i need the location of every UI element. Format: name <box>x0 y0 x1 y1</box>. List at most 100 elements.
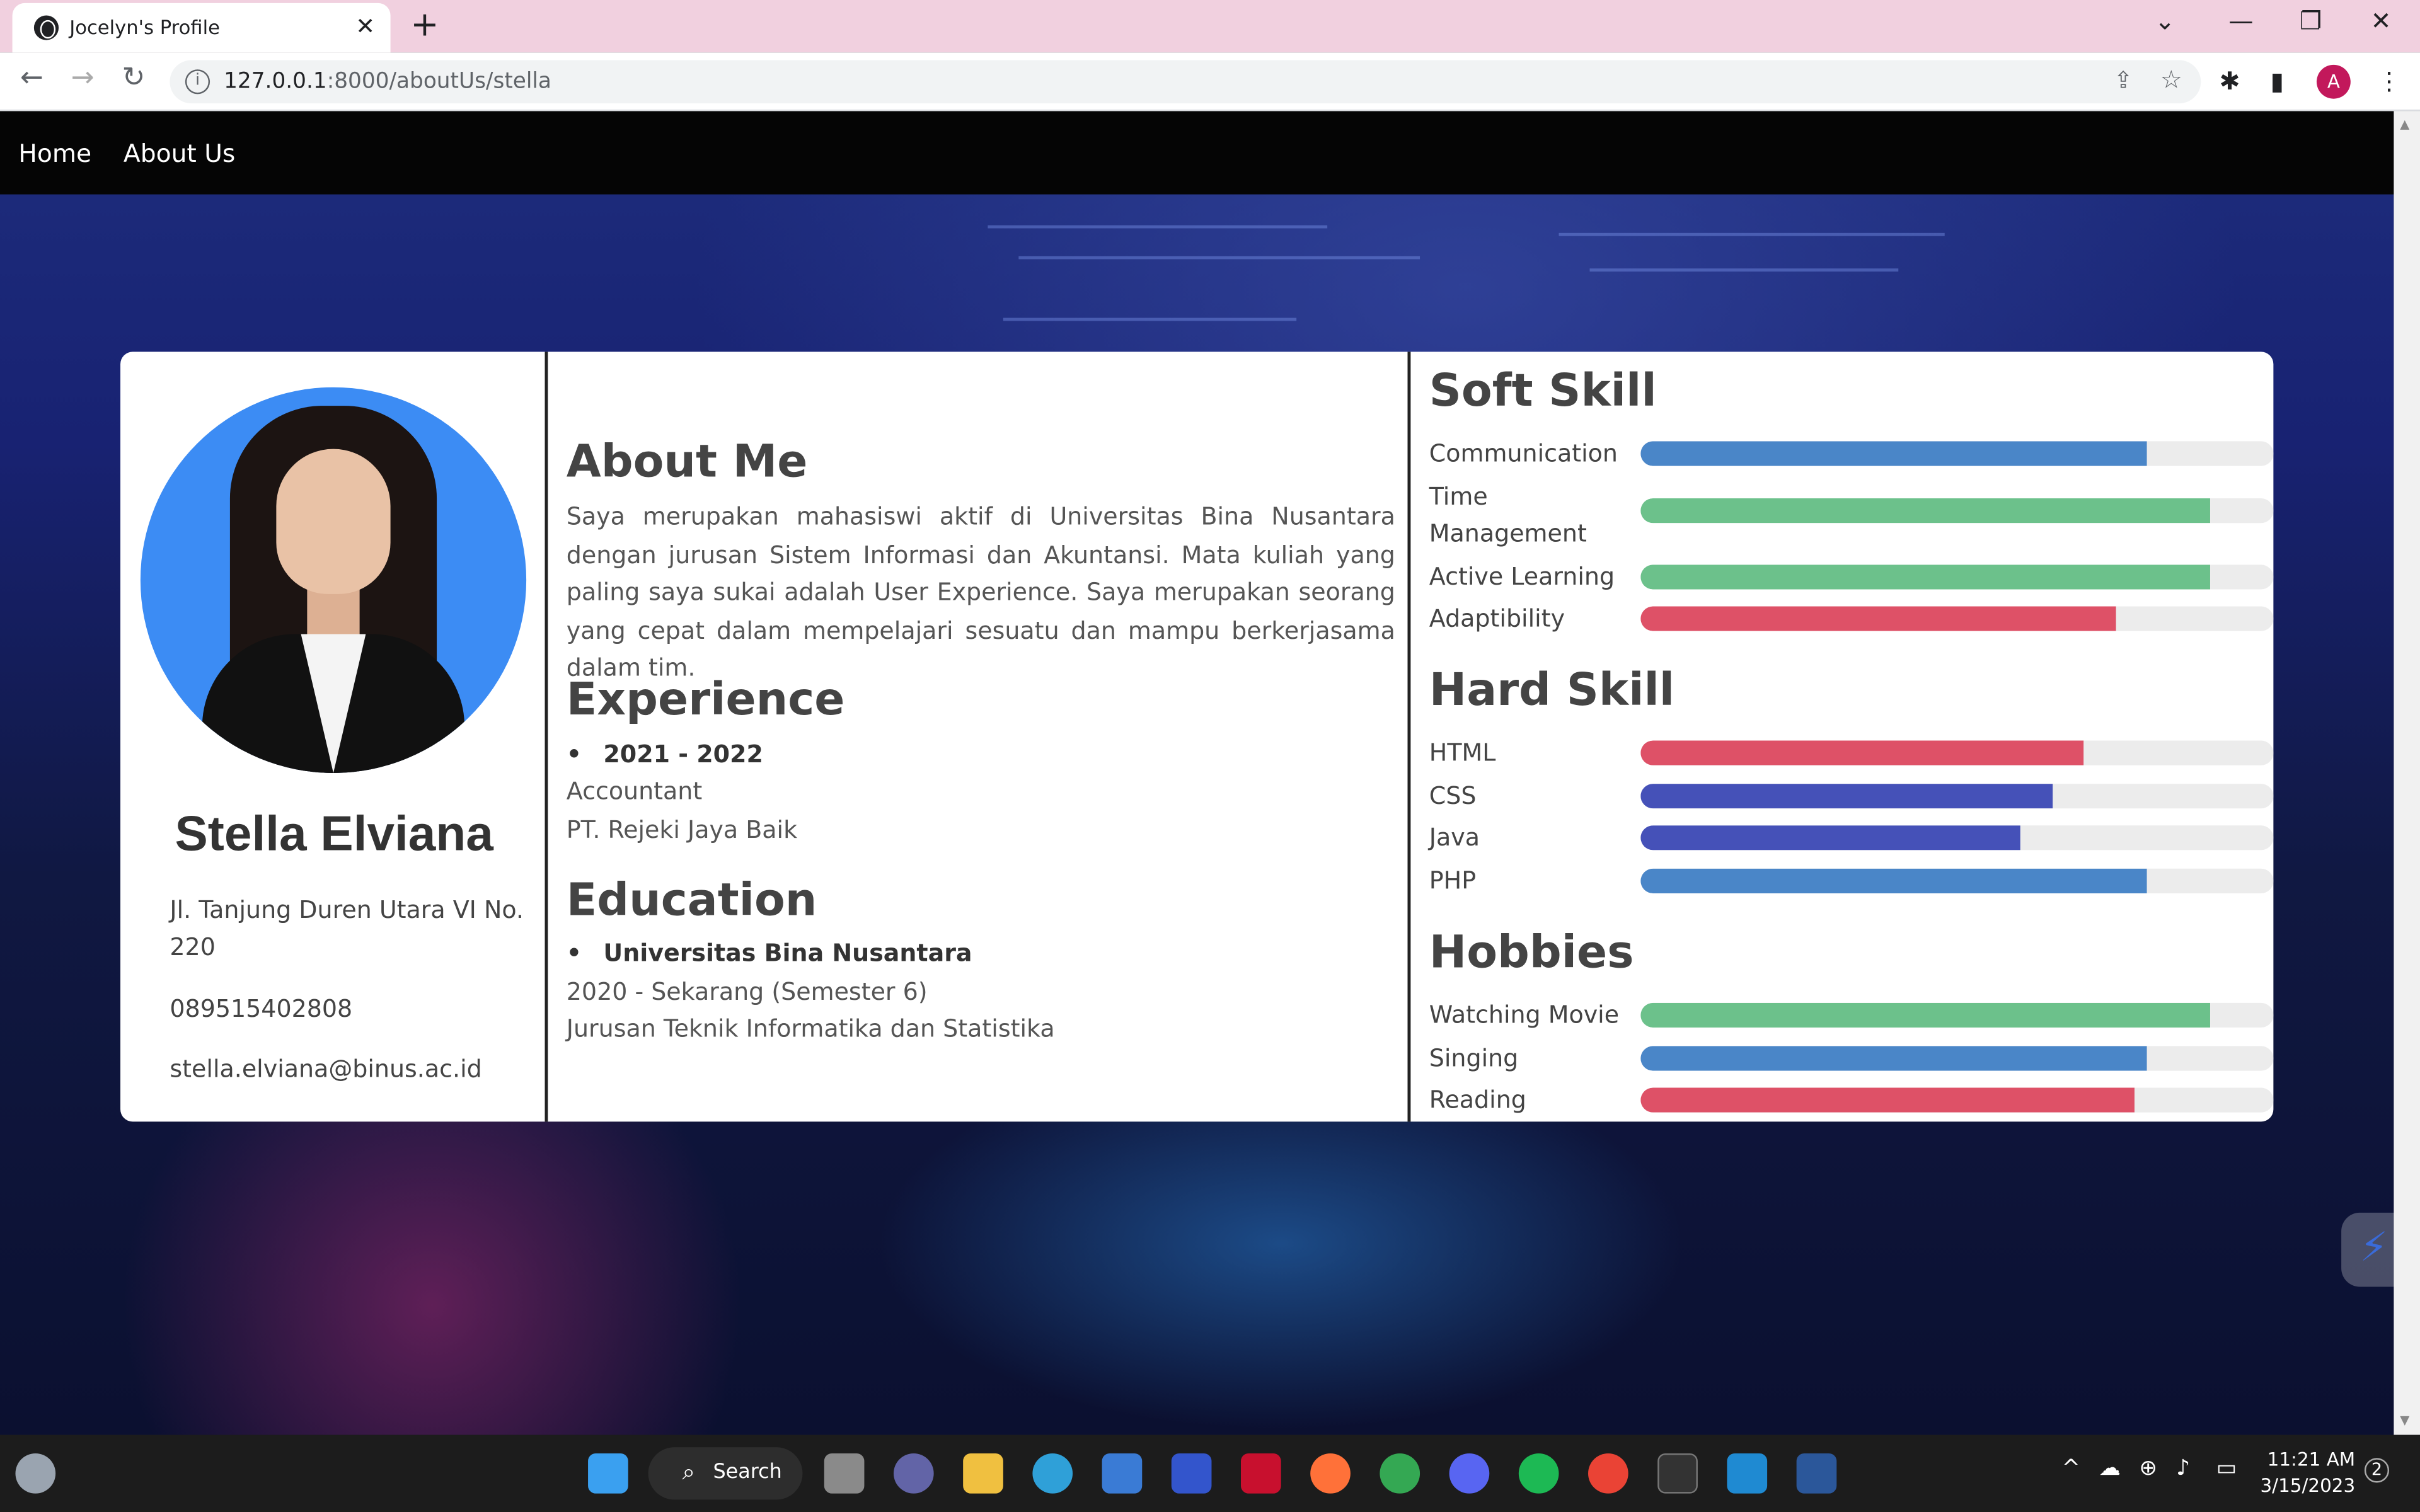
tray-chevron-icon[interactable]: ^ <box>2062 1457 2080 1481</box>
skill-bar-fill <box>1640 498 2210 524</box>
skill-bar <box>1640 564 2274 590</box>
language-icon[interactable]: ⊕ <box>2139 1457 2157 1481</box>
close-window-icon[interactable]: ✕ <box>2371 6 2392 36</box>
globe-icon <box>33 15 59 40</box>
terminal-icon[interactable] <box>1657 1453 1698 1494</box>
page-scrollbar[interactable]: ▲ ▼ <box>2394 111 2420 1435</box>
notification-badge[interactable]: 2 <box>2364 1458 2390 1483</box>
skill-row: Active Learning <box>1429 559 2274 591</box>
nav-about-link[interactable]: About Us <box>124 139 235 168</box>
hobby-bar <box>1640 1046 2274 1071</box>
skill-row: HTML <box>1429 735 2274 767</box>
hobbies-heading: Hobbies <box>1429 925 1634 978</box>
skill-label: Time Management <box>1429 483 1587 548</box>
share-icon[interactable]: ⇪ <box>2114 66 2133 94</box>
hobby-label: Singing <box>1429 1044 1519 1073</box>
scroll-up-icon[interactable]: ▲ <box>2400 117 2409 131</box>
skill-label: Communication <box>1429 439 1618 468</box>
hard-skill-heading: Hard Skill <box>1429 663 1675 716</box>
skill-bar-fill <box>1640 825 2020 850</box>
skill-label: PHP <box>1429 867 1477 895</box>
word-icon[interactable] <box>1796 1453 1837 1494</box>
profile-phone: 089515402808 <box>170 995 353 1023</box>
scroll-down-icon[interactable]: ▼ <box>2400 1413 2409 1427</box>
skill-bar <box>1640 606 2274 631</box>
forward-icon[interactable]: → <box>71 62 95 94</box>
app-icon[interactable] <box>1171 1453 1212 1494</box>
weather-icon[interactable] <box>15 1453 56 1494</box>
browser-toolbar: ← → ↻ i 127.0.0.1:8000/aboutUs/stella ⇪ … <box>0 52 2420 112</box>
soft-skill-heading: Soft Skill <box>1429 364 1657 417</box>
screen: Jocelyn's Profile ✕ + ⌄ — ❐ ✕ ← → ↻ i 12… <box>0 0 2420 1512</box>
taskbar-search[interactable]: ⌕ Search <box>648 1447 803 1500</box>
site-navbar: Home About Us <box>0 111 2394 195</box>
experience-company: PT. Rejeki Jaya Baik <box>566 816 798 844</box>
firefox-icon[interactable] <box>1310 1453 1351 1494</box>
skill-bar <box>1640 740 2274 765</box>
side-widget-tab[interactable]: ⚡ <box>2341 1212 2394 1287</box>
menu-icon[interactable]: ⋮ <box>2377 66 2401 96</box>
hobby-row: Singing <box>1429 1040 2274 1072</box>
restore-icon[interactable]: ❐ <box>2300 6 2322 36</box>
profile-card: Stella Elviana Jl. Tanjung Duren Utara V… <box>120 352 2274 1122</box>
reload-icon[interactable]: ↻ <box>122 62 145 94</box>
hobby-bar <box>1640 1087 2274 1113</box>
onedrive-icon[interactable]: ☁ <box>2099 1457 2121 1481</box>
about-text: Saya merupakan mahasiswi aktif di Univer… <box>566 503 1395 682</box>
spotify-icon[interactable] <box>1518 1453 1559 1494</box>
search-label: Search <box>713 1461 782 1484</box>
mcafee-icon[interactable] <box>1240 1453 1281 1494</box>
profile-name: Stella Elviana <box>175 805 493 861</box>
skills-column: Soft Skill Communication Time Management… <box>1414 352 2274 1121</box>
skill-row: Communication <box>1429 435 2274 467</box>
skill-bar-fill <box>1640 606 2116 631</box>
minimize-icon[interactable]: — <box>2228 6 2253 36</box>
skill-bar-fill <box>1640 564 2210 590</box>
skill-row: Adaptibility <box>1429 600 2274 633</box>
discord-icon[interactable] <box>1449 1453 1490 1494</box>
clock-time: 11:21 AM <box>2267 1448 2356 1470</box>
site-info-icon[interactable]: i <box>185 69 210 94</box>
search-icon: ⌕ <box>682 1458 696 1486</box>
back-icon[interactable]: ← <box>20 62 43 94</box>
url-host: 127.0.0.1 <box>224 69 327 94</box>
battery-icon[interactable]: ▭ <box>2216 1457 2237 1481</box>
chat-icon[interactable] <box>893 1453 934 1494</box>
widget-logo-icon: ⚡ <box>2360 1225 2388 1271</box>
hobby-bar <box>1640 1002 2274 1028</box>
bookmark-star-icon[interactable]: ☆ <box>2160 65 2182 94</box>
chrome-profile-icon[interactable] <box>1588 1453 1628 1494</box>
vscode-icon[interactable] <box>1727 1453 1768 1494</box>
code-decoration <box>1589 268 1899 272</box>
close-tab-icon[interactable]: ✕ <box>355 13 375 40</box>
code-decoration <box>1559 232 1945 236</box>
skill-bar <box>1640 868 2274 893</box>
education-heading: Education <box>566 873 817 926</box>
start-icon[interactable] <box>588 1453 628 1494</box>
education-major: Jurusan Teknik Informatika dan Statistik… <box>566 1015 1055 1043</box>
browser-tab[interactable]: Jocelyn's Profile ✕ <box>12 3 391 53</box>
tab-search-icon[interactable]: ⌄ <box>2155 6 2175 36</box>
skill-bar <box>1640 441 2274 466</box>
experience-period: 2021 - 2022 <box>567 741 763 769</box>
taskbar-clock[interactable]: 11:21 AM 3/15/2023 <box>2260 1447 2355 1499</box>
file-explorer-icon[interactable] <box>963 1453 1003 1494</box>
code-decoration <box>1018 256 1420 260</box>
side-panel-icon[interactable]: ▮ <box>2270 66 2284 96</box>
windows-taskbar: ⌕ Search ^ ☁ ⊕ ♪ ▭ 11:21 AM 3/15/2023 2 <box>0 1435 2420 1512</box>
skill-row: Time Management <box>1429 478 2274 553</box>
store-icon[interactable] <box>1102 1453 1143 1494</box>
new-tab-icon[interactable]: + <box>410 6 439 45</box>
skill-bar-fill <box>1640 740 2084 765</box>
skill-row: Java <box>1429 819 2274 852</box>
task-view-icon[interactable] <box>824 1453 865 1494</box>
address-bar[interactable]: i 127.0.0.1:8000/aboutUs/stella ⇪ ☆ <box>170 60 2201 104</box>
nav-home-link[interactable]: Home <box>18 139 91 168</box>
skill-label: CSS <box>1429 782 1477 810</box>
skill-bar-fill <box>1640 868 2147 893</box>
extensions-icon[interactable]: ✱ <box>2220 66 2240 96</box>
profile-avatar[interactable]: A <box>2316 64 2351 99</box>
volume-icon[interactable]: ♪ <box>2176 1457 2190 1481</box>
edge-icon[interactable] <box>1032 1453 1073 1494</box>
chrome-icon[interactable] <box>1380 1453 1420 1494</box>
